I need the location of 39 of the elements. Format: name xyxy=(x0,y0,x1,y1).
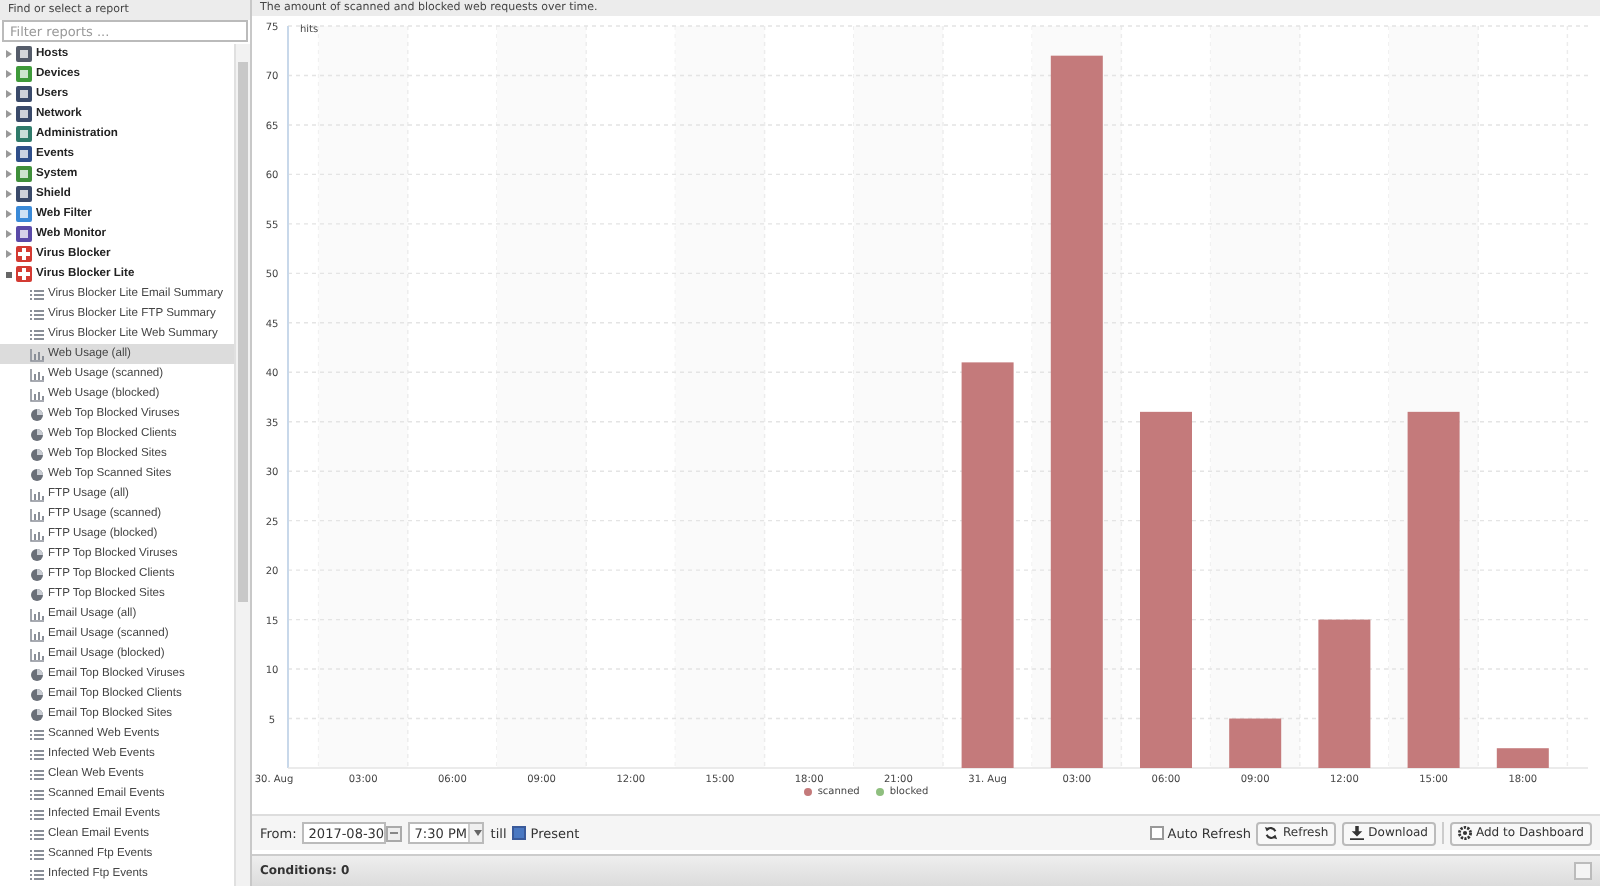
gear-icon xyxy=(1457,826,1472,841)
list-icon xyxy=(30,327,44,341)
bar-chart-icon xyxy=(30,387,44,401)
pie-chart-icon xyxy=(30,427,44,441)
bar-chart-icon xyxy=(30,647,44,661)
pie-chart-icon xyxy=(30,467,44,481)
list-icon xyxy=(30,747,44,761)
list-icon xyxy=(30,807,44,821)
list-icon xyxy=(30,307,44,321)
list-icon xyxy=(30,727,44,741)
list-icon xyxy=(30,767,44,781)
list-icon xyxy=(30,287,44,301)
pie-chart-icon xyxy=(30,587,44,601)
pie-chart-icon xyxy=(30,687,44,701)
bar-chart-icon xyxy=(30,627,44,641)
bar-chart-icon xyxy=(30,507,44,521)
bar-chart-icon xyxy=(30,367,44,381)
pie-chart-icon xyxy=(30,407,44,421)
caret-icon xyxy=(467,824,483,843)
calendar-icon[interactable] xyxy=(386,825,403,842)
refresh-icon xyxy=(1264,826,1279,841)
bar-chart-icon xyxy=(30,607,44,621)
download-icon xyxy=(1350,826,1365,841)
pie-chart-icon xyxy=(30,667,44,681)
pie-chart-icon xyxy=(30,707,44,721)
list-icon xyxy=(30,787,44,801)
expand-icon[interactable] xyxy=(1574,862,1592,881)
bar-chart-icon xyxy=(30,347,44,361)
bar xyxy=(1229,718,1282,768)
list-icon xyxy=(30,867,44,881)
bar xyxy=(1496,748,1549,768)
pie-chart-icon xyxy=(30,447,44,461)
pie-chart-icon xyxy=(30,567,44,581)
scrollbar[interactable] xyxy=(234,44,250,886)
bar-chart-icon xyxy=(30,527,44,541)
pie-chart-icon xyxy=(30,547,44,561)
list-icon xyxy=(30,827,44,841)
bar-chart-icon xyxy=(30,487,44,501)
list-icon xyxy=(30,847,44,861)
